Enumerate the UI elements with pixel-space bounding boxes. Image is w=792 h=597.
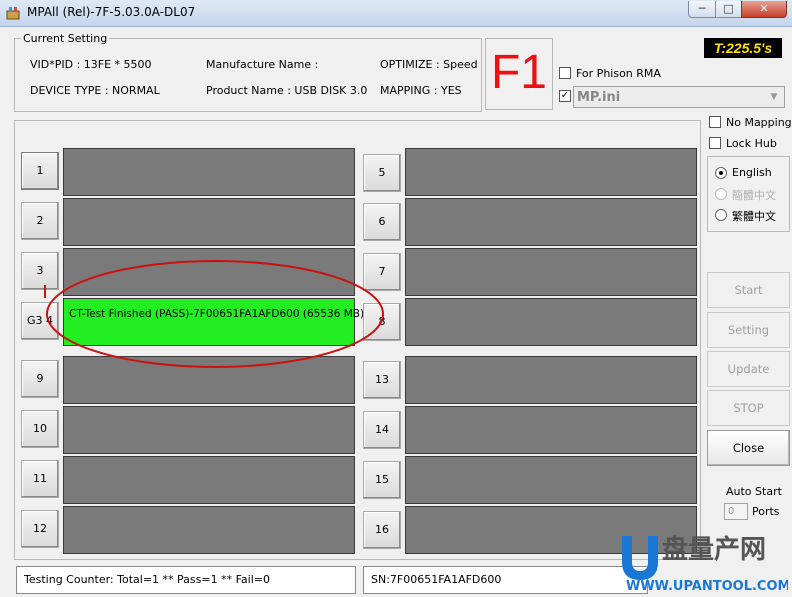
- port-status-slot-9: [63, 356, 355, 404]
- port-button-7[interactable]: 7: [363, 253, 401, 291]
- mapping-label: MAPPING : YES: [380, 84, 462, 97]
- port-button-15[interactable]: 15: [363, 461, 401, 499]
- port-status-slot-12: [63, 506, 355, 554]
- window-title: MPAll (Rel)-7F-5.03.0A-DL07: [27, 5, 196, 19]
- start-button[interactable]: Start: [707, 272, 790, 308]
- close-button[interactable]: Close: [707, 430, 790, 466]
- app-icon: [6, 7, 20, 20]
- lock-hub-checkbox[interactable]: [709, 137, 721, 149]
- port-status-slot-7: [405, 248, 697, 296]
- chevron-down-icon[interactable]: ▼: [766, 89, 782, 105]
- port-button-1[interactable]: 1: [21, 152, 59, 190]
- auto-start-label: Auto Start: [726, 485, 782, 498]
- auto-start-ports-input[interactable]: 0: [724, 503, 748, 520]
- for-phison-rma-checkbox[interactable]: [559, 67, 571, 79]
- lock-hub-label: Lock Hub: [726, 137, 777, 150]
- for-phison-rma-label: For Phison RMA: [576, 67, 661, 80]
- port-status-slot-14: [405, 406, 697, 454]
- port-status-slot-10: [63, 406, 355, 454]
- port-status-text-pass: CT-Test Finished (PASS)-7F00651FA1AFD600…: [69, 308, 365, 320]
- upantool-watermark-logo: 盘量产网 WWW.UPANTOOL.COM: [622, 534, 788, 594]
- port-button-10[interactable]: 10: [21, 410, 59, 448]
- language-label-simplified-chinese: 簡體中文: [732, 189, 776, 202]
- language-radio-traditional-chinese[interactable]: [715, 209, 727, 221]
- port-status-slot-6: [405, 198, 697, 246]
- port-button-2[interactable]: 2: [21, 202, 59, 240]
- serial-number-status: SN:7F00651FA1AFD600: [363, 566, 648, 594]
- watermark-brand: 盘量产网: [662, 534, 766, 565]
- current-setting-legend: Current Setting: [23, 32, 108, 45]
- no-mapping-label: No Mapping: [726, 116, 792, 129]
- maximize-button[interactable]: □: [715, 1, 742, 18]
- port-button-11[interactable]: 11: [21, 460, 59, 498]
- port-status-slot-15: [405, 456, 697, 504]
- language-radio-english[interactable]: [715, 167, 727, 179]
- port-button-8[interactable]: 8: [363, 303, 401, 341]
- watermark-url: WWW.UPANTOOL.COM: [626, 579, 788, 594]
- optimize-label: OPTIMIZE : Speed: [380, 58, 478, 71]
- port-button-9[interactable]: 9: [21, 360, 59, 398]
- setting-button[interactable]: Setting: [707, 312, 790, 348]
- product-name-label: Product Name : USB DISK 3.0: [206, 84, 368, 97]
- testing-counter-status: Testing Counter: Total=1 ** Pass=1 ** Fa…: [16, 566, 356, 594]
- language-radio-simplified-chinese: [715, 188, 727, 200]
- vid-pid-label: VID*PID : 13FE * 5500: [30, 58, 152, 71]
- port-status-slot-1: [63, 148, 355, 196]
- manufacture-name-label: Manufacture Name :: [206, 58, 319, 71]
- no-mapping-checkbox[interactable]: [709, 116, 721, 128]
- close-window-button[interactable]: ✕: [741, 1, 787, 18]
- port-status-slot-4: CT-Test Finished (PASS)-7F00651FA1AFD600…: [63, 298, 364, 346]
- update-button[interactable]: Update: [707, 351, 790, 387]
- port-button-12[interactable]: 12: [21, 510, 59, 548]
- current-setting-group: Current Setting: [14, 32, 482, 112]
- ini-checkbox[interactable]: ✓: [559, 90, 571, 102]
- port-status-slot-11: [63, 456, 355, 504]
- elapsed-timer: T:225.5's: [704, 38, 782, 58]
- port-button-5[interactable]: 5: [363, 154, 401, 192]
- port-button-4[interactable]: G3 4: [21, 302, 59, 340]
- port-status-slot-8: [405, 298, 697, 346]
- f1-indicator: F1: [485, 38, 553, 110]
- title-bar: MPAll (Rel)-7F-5.03.0A-DL07 ─ □ ✕: [0, 0, 792, 27]
- port-button-3[interactable]: 3: [21, 252, 59, 290]
- language-label-traditional-chinese: 繁體中文: [732, 210, 776, 223]
- language-label-english: English: [732, 166, 772, 179]
- port-status-slot-5: [405, 148, 697, 196]
- minimize-button[interactable]: ─: [688, 1, 716, 18]
- device-type-label: DEVICE TYPE : NORMAL: [30, 84, 160, 97]
- port-status-slot-13: [405, 356, 697, 404]
- f1-text: F1: [490, 46, 547, 99]
- ini-file-value: MP.ini: [577, 90, 621, 105]
- ini-file-select[interactable]: MP.ini ▼: [573, 86, 785, 108]
- auto-start-ports-label: Ports: [752, 505, 780, 518]
- port-button-13[interactable]: 13: [363, 361, 401, 399]
- port-button-6[interactable]: 6: [363, 203, 401, 241]
- port-button-14[interactable]: 14: [363, 411, 401, 449]
- stop-button[interactable]: STOP: [707, 390, 790, 426]
- port-status-slot-2: [63, 198, 355, 246]
- port-button-16[interactable]: 16: [363, 511, 401, 549]
- port-status-slot-3: [63, 248, 355, 296]
